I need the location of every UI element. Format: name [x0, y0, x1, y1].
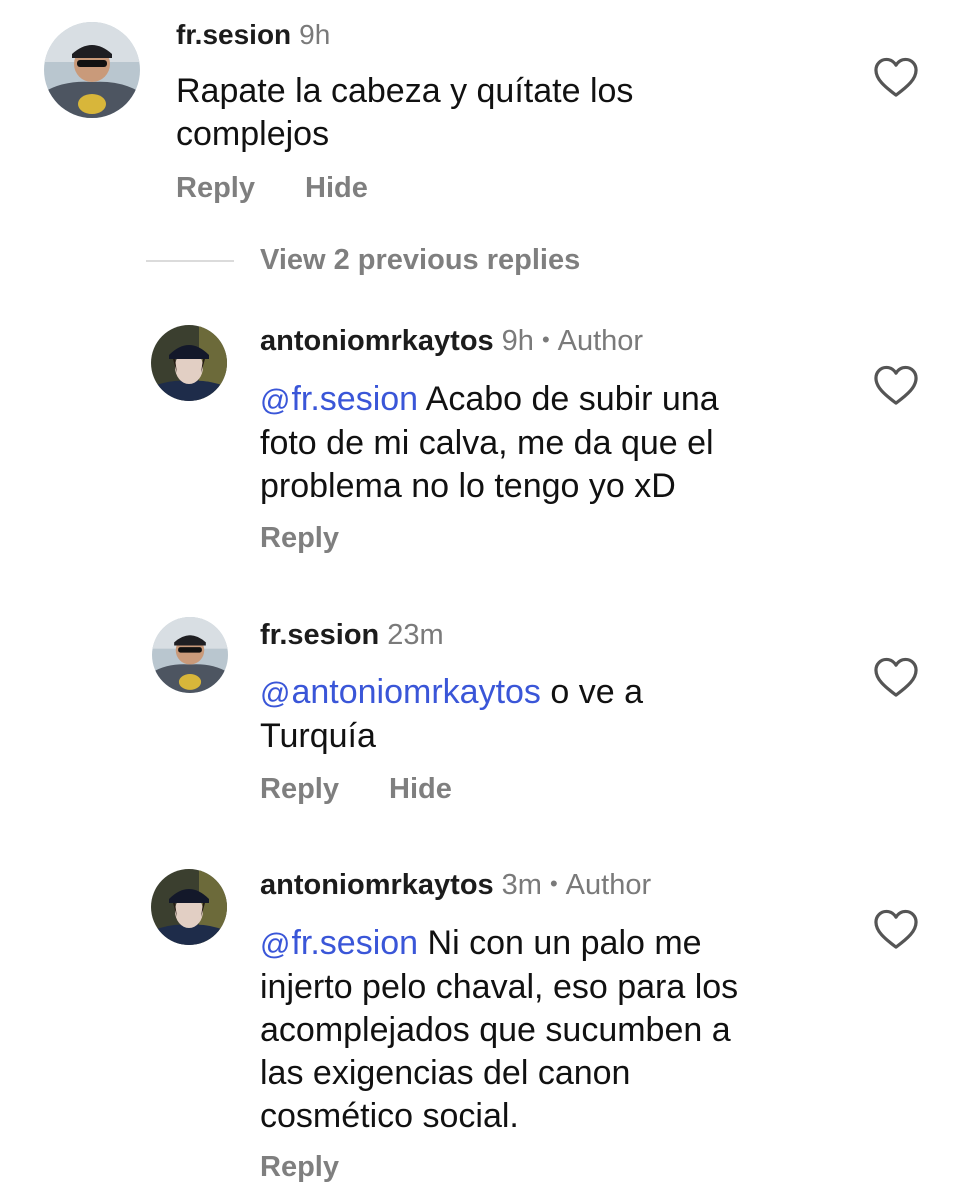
- reply-button[interactable]: Reply: [260, 524, 339, 553]
- avatar-photo-fr-sesion-icon: [44, 22, 140, 118]
- replies-divider: [146, 260, 234, 262]
- avatar-photo-antoniomrkaytos-icon: [151, 869, 227, 945]
- comment-text-segment: Ni con un palo me: [418, 924, 702, 962]
- comment-header: fr.sesion 23m: [260, 621, 444, 650]
- heart-outline-icon: [874, 57, 918, 97]
- comment-text-line: Turquía: [260, 717, 376, 755]
- threads-at-icon: @: [260, 384, 291, 417]
- comment-text: @fr.sesion Acabo de subir una foto de mi…: [260, 378, 719, 508]
- heart-outline-icon: [874, 365, 918, 405]
- like-button[interactable]: [873, 364, 919, 406]
- author-badge: Author: [565, 869, 652, 901]
- comment-text: Rapate la cabeza y quítate los complejos: [176, 70, 633, 156]
- comment-text-line: Rapate la cabeza y quítate los: [176, 72, 634, 110]
- timestamp: 23m: [387, 619, 444, 651]
- comment-text-line: complejos: [176, 115, 330, 153]
- comment-text-line: problema no lo tengo yo xD: [260, 467, 676, 505]
- comment-text-line: cosmético social.: [260, 1097, 519, 1135]
- mention-username: fr.sesion: [291, 924, 419, 962]
- comment-text-line: @fr.sesion Ni con un palo me: [260, 922, 738, 966]
- timestamp: 9h: [299, 19, 331, 50]
- reply-button[interactable]: Reply: [260, 775, 339, 804]
- avatar-photo-antoniomrkaytos-icon: [151, 325, 227, 401]
- mention-username: fr.sesion: [291, 380, 419, 418]
- mention-username: antoniomrkaytos: [291, 673, 541, 711]
- comment-text-line: acomplejados que sucumben a: [260, 1011, 731, 1049]
- comment-text-line: foto de mi calva, me da que el: [260, 424, 714, 462]
- username[interactable]: antoniomrkaytos: [260, 869, 494, 901]
- avatar-photo-fr-sesion-icon: [152, 617, 228, 693]
- timestamp: 9h: [501, 325, 534, 357]
- dot-separator: •: [549, 871, 558, 896]
- comment-text-segment: o ve a: [540, 673, 644, 711]
- mention-link[interactable]: @antoniomrkaytos: [260, 673, 541, 711]
- threads-at-icon: @: [260, 677, 291, 710]
- like-button[interactable]: [873, 656, 919, 698]
- avatar-fr-sesion[interactable]: [152, 617, 228, 693]
- heart-outline-icon: [874, 657, 918, 697]
- reply-button[interactable]: Reply: [260, 1153, 339, 1182]
- mention-link[interactable]: @fr.sesion: [260, 380, 418, 418]
- reply-button[interactable]: Reply: [176, 174, 255, 203]
- threads-at-icon: @: [260, 928, 291, 961]
- username[interactable]: fr.sesion: [260, 619, 379, 651]
- comment-header: antoniomrkaytos 9h • Author: [260, 327, 643, 356]
- author-badge: Author: [557, 325, 644, 357]
- like-button[interactable]: [873, 908, 919, 950]
- mention-link[interactable]: @fr.sesion: [260, 924, 418, 962]
- comment-text-segment: Acabo de subir una: [418, 380, 719, 418]
- comment-text-line: @antoniomrkaytos o ve a: [260, 671, 643, 715]
- avatar-fr-sesion[interactable]: [44, 22, 140, 118]
- view-previous-replies-button[interactable]: View 2 previous replies: [260, 246, 580, 275]
- avatar-antoniomrkaytos[interactable]: [151, 325, 227, 401]
- comment-text: @fr.sesion Ni con un palo me injerto pel…: [260, 922, 738, 1138]
- comment-text-line: las exigencias del canon: [260, 1054, 631, 1092]
- like-button[interactable]: [873, 56, 919, 98]
- comment-text: @antoniomrkaytos o ve a Turquía: [260, 671, 643, 758]
- username[interactable]: fr.sesion: [176, 19, 291, 50]
- timestamp: 3m: [501, 869, 542, 901]
- username[interactable]: antoniomrkaytos: [260, 325, 494, 357]
- avatar-antoniomrkaytos[interactable]: [151, 869, 227, 945]
- comment-header: fr.sesion 9h: [176, 21, 330, 49]
- comment-header: antoniomrkaytos 3m • Author: [260, 871, 651, 900]
- comment-text-line: injerto pelo chaval, eso para los: [260, 968, 739, 1006]
- dot-separator: •: [541, 327, 550, 352]
- hide-button[interactable]: Hide: [305, 174, 368, 203]
- heart-outline-icon: [874, 909, 918, 949]
- hide-button[interactable]: Hide: [389, 775, 452, 804]
- comment-text-line: @fr.sesion Acabo de subir una: [260, 378, 719, 422]
